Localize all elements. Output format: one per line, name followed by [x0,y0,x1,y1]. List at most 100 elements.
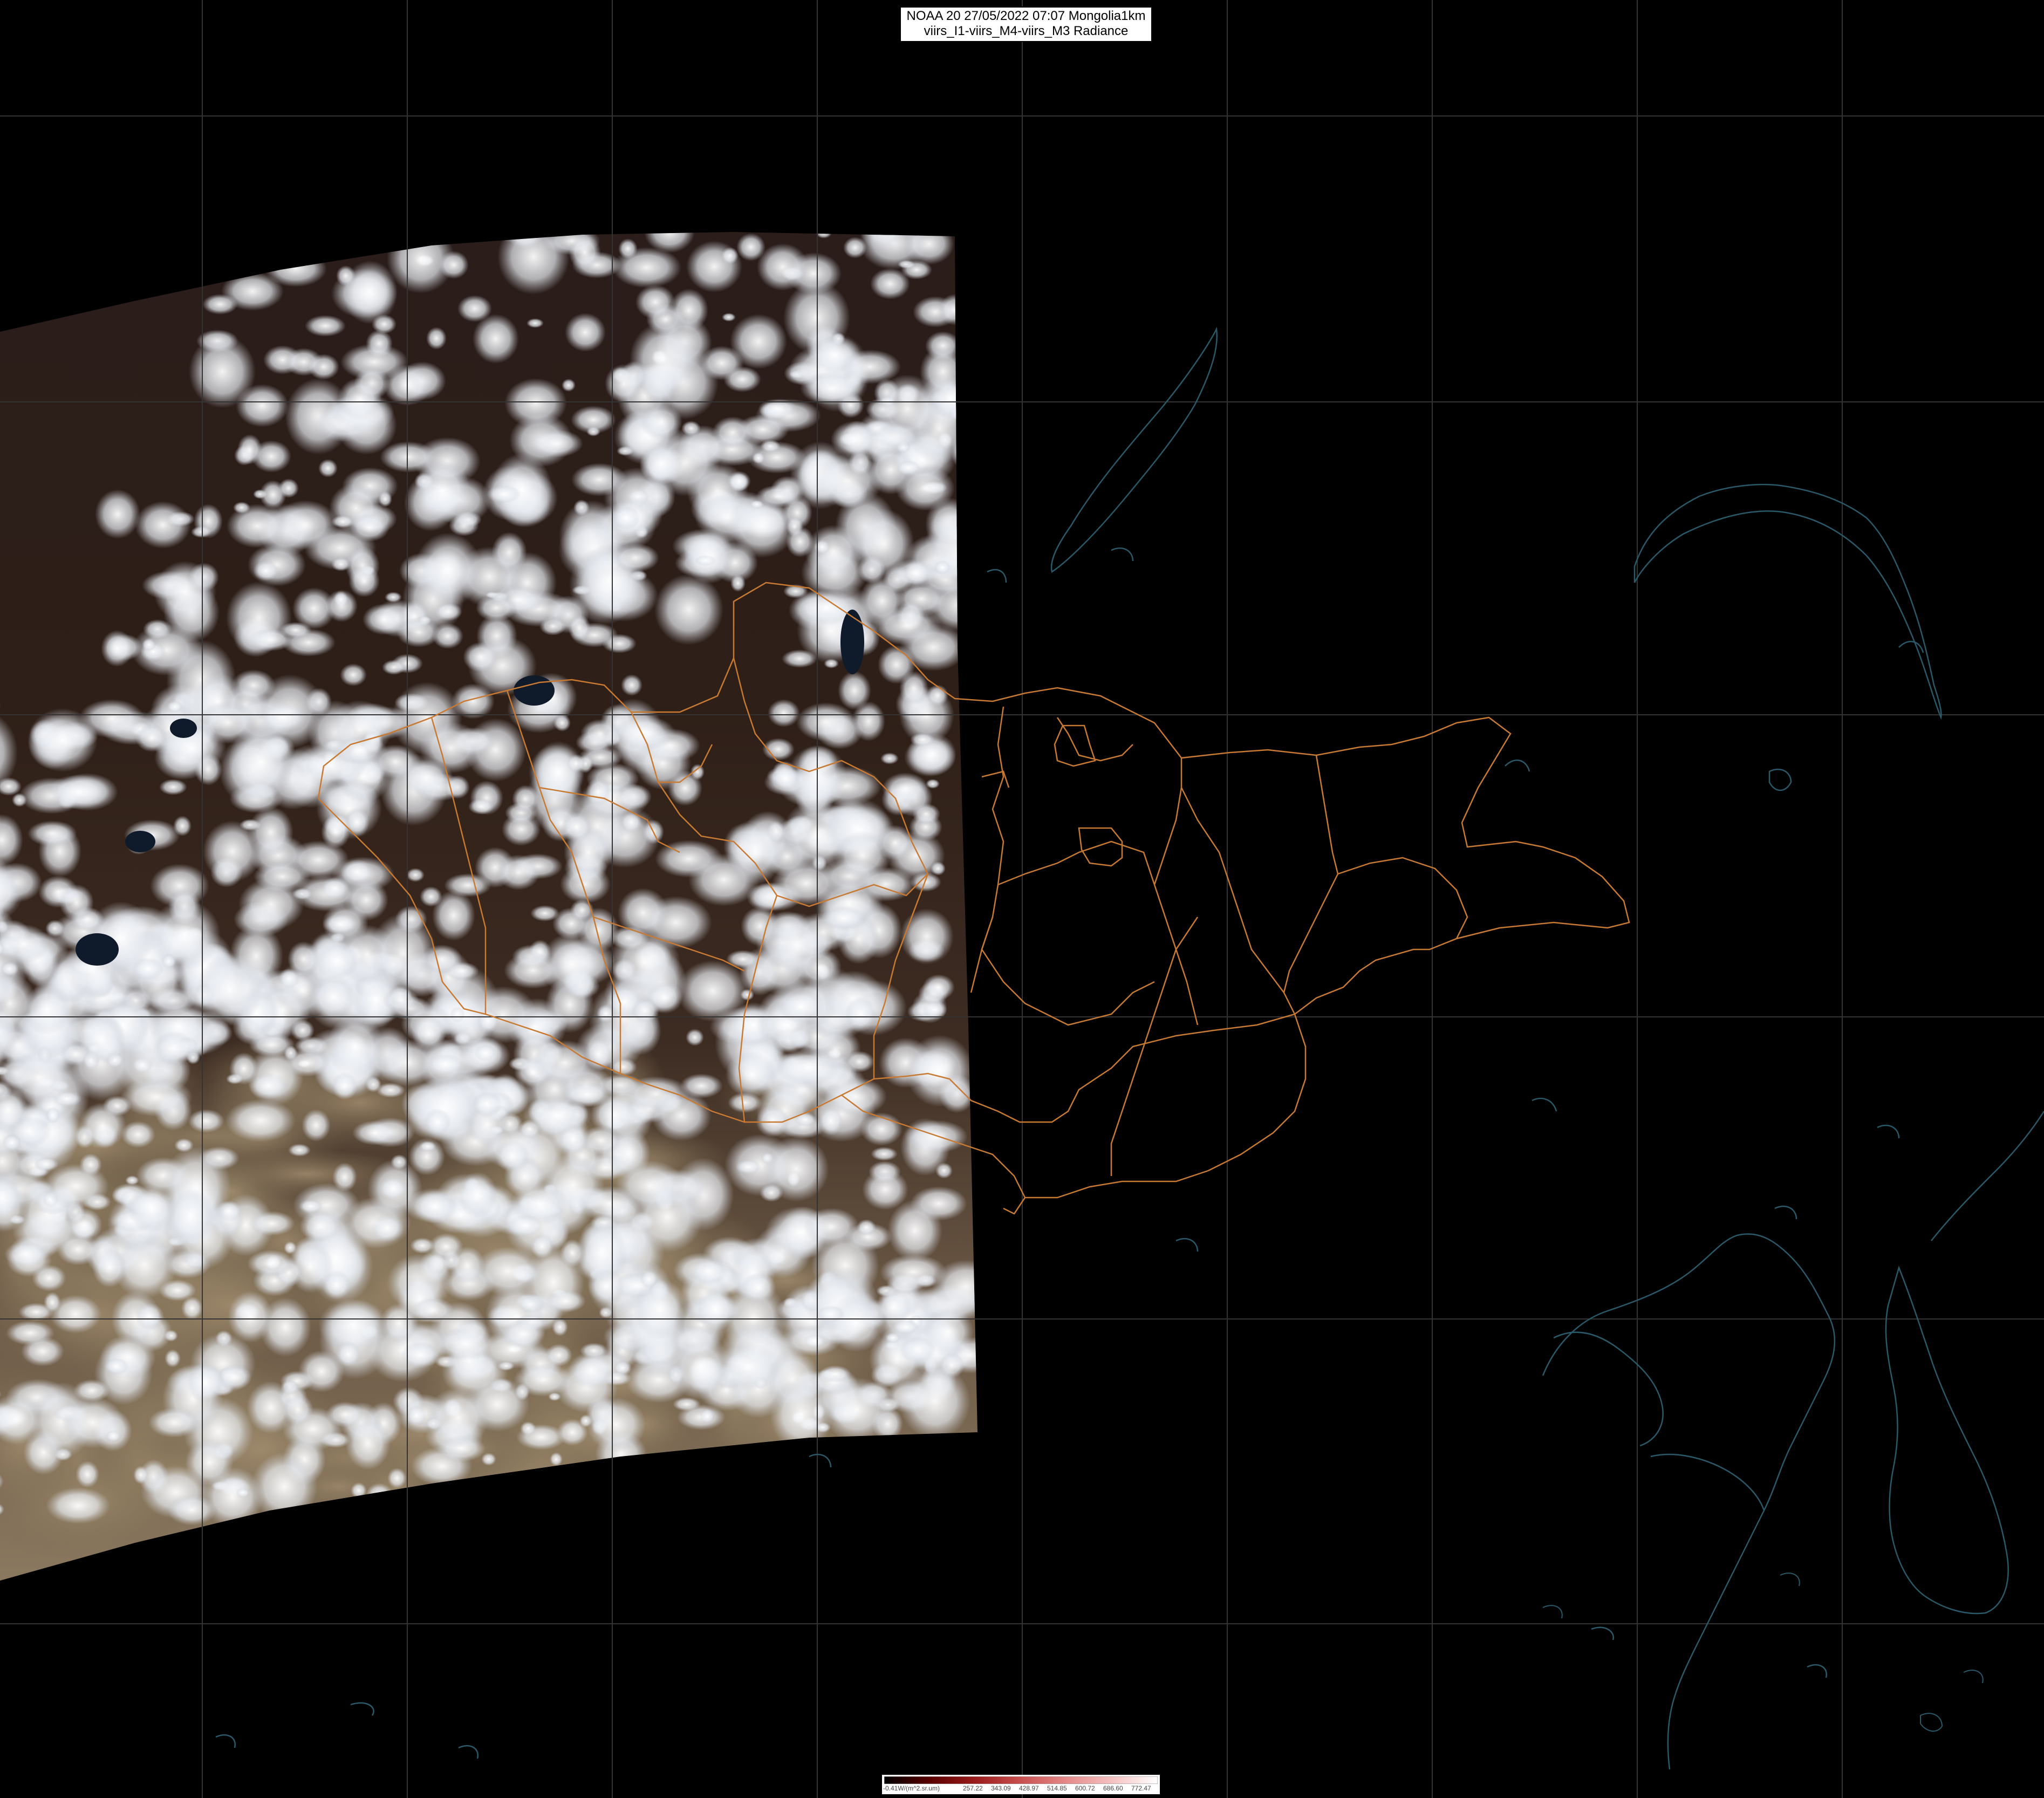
cloud-puff [412,1015,446,1051]
bohai-coast [1553,1331,1664,1447]
cloud-puff [824,659,839,668]
manchuria-coast [1931,1111,2044,1241]
cloud-puff [344,879,388,921]
cloud-puff [135,501,191,549]
cloud-puff [236,1488,250,1498]
cloud-puff [751,183,799,216]
cloud-puff [932,1260,977,1314]
cloud-puff [348,565,380,597]
cloud-puff [515,143,585,204]
cloud-puff [46,1106,60,1124]
cloud-puff [2,1134,22,1151]
cloud-puff [302,1109,331,1141]
cloud-puff [752,452,765,464]
border-inner-16 [1056,717,1133,762]
border-inner-11 [1180,787,1296,1015]
cloud-puff [887,1200,942,1261]
legend-tick-label: 428.97 [1019,1785,1039,1792]
cloud-puff [22,985,72,1035]
cloud-puff [545,1344,572,1366]
cloud-puff [630,322,698,397]
cloud-puff [419,1141,436,1152]
cloud-puff [857,867,915,901]
border-inner-9 [997,840,1199,1026]
cloud-puff [332,736,388,764]
cloud-puff [914,232,966,236]
cloud-puff [870,268,910,299]
legend-unit-label: -0.41W/(m^2.sr.um) [883,1785,940,1792]
border-inner-14 [1110,917,1199,1176]
cloud-puff [167,1494,217,1526]
cloud-puff [932,378,969,420]
cloud-puff [4,1051,73,1104]
cloud-puff [497,854,540,890]
cloud-puff [621,674,642,696]
cloud-puff [426,327,447,350]
cloud-puff [468,798,494,815]
cloud-puff [530,905,559,921]
cloud-puff [831,421,879,459]
cloud-puff [880,753,899,764]
cloud-puff [714,1343,782,1391]
cloud-puff [568,1352,614,1390]
coast-fragment-7 [350,1702,374,1716]
cloud-puff [76,1461,99,1488]
cloud-puff [350,514,389,542]
cloud-puff [640,404,682,440]
cloud-puff [696,1287,736,1331]
cloud-puff [195,147,261,210]
cloud-puff [635,285,675,319]
cloud-puff [874,374,940,443]
cloud-puff [812,454,883,508]
cloud-puff [340,178,369,203]
cloud-puff [429,1233,463,1260]
cloud-puff [873,167,918,218]
coast-fragment-6 [809,1453,832,1468]
cloud-puff [775,1049,842,1085]
cloud-puff [750,500,764,509]
cloud-puff [414,459,470,523]
cloud-puff [247,1250,295,1277]
cloud-puff [491,532,527,573]
cloud-puff [706,172,731,192]
cloud-puff [736,414,789,445]
cloud-puff [744,130,810,209]
cloud-puff [651,159,685,184]
cloud-puff [414,532,482,607]
cloud-puff [557,1419,588,1446]
cloud-puff [378,1177,407,1200]
cloud-puff [363,604,406,635]
cloud-puff [476,594,517,621]
cloud-puff [473,1247,544,1296]
cloud-puff [532,1040,598,1085]
cloud-puff [844,1051,874,1072]
cloud-puff [501,1320,545,1349]
cloud-puff [613,204,627,211]
coast-fragment-3 [1532,1097,1557,1112]
cloud-puff [735,1159,761,1174]
cloud-puff [334,232,393,252]
cloud-puff [413,1190,457,1223]
legend-tick-label: 600.72 [1075,1785,1095,1792]
cloud-puff [631,998,659,1023]
cloud-puff [896,460,921,475]
cloud-puff [101,630,133,667]
cloud-puff [771,767,801,790]
island-1 [1920,1713,1943,1732]
cloud-puff [871,1147,898,1161]
cloud-puff [918,232,967,233]
cloud-puff [188,1109,224,1133]
cloud-puff [550,1452,563,1466]
cloud-puff [427,1387,489,1448]
legend-tick-label: 257.22 [963,1785,983,1792]
cloud-puff [305,315,346,337]
cloud-puff [142,638,156,651]
coast-fragment-1 [1768,768,1792,791]
cloud-puff [529,429,583,457]
cloud-puff [523,1096,592,1136]
cloud-puff [287,160,313,190]
border-inner-12 [1283,755,1339,993]
map-title-box: NOAA 20 27/05/2022 07:07 Mongolia1km vii… [900,6,1152,42]
cloud-puff [352,1120,398,1145]
cloud-puff [413,176,434,199]
